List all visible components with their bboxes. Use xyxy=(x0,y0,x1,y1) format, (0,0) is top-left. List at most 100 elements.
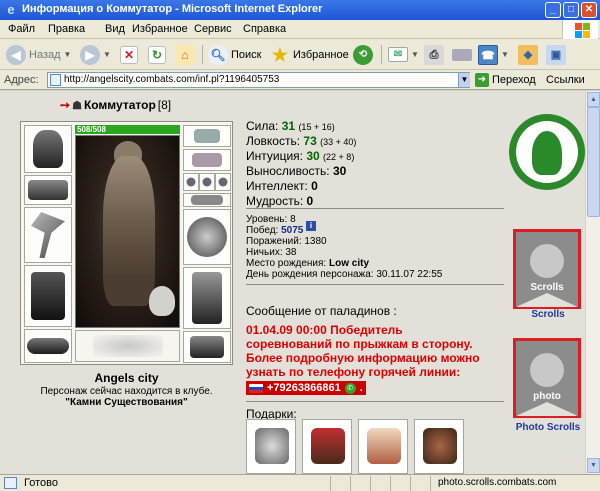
axe-icon xyxy=(31,212,65,258)
maximize-button[interactable]: □ xyxy=(563,2,579,18)
gloves-slot[interactable] xyxy=(183,193,231,207)
menu-favorites[interactable]: Избранное xyxy=(132,23,188,35)
ring3-slot[interactable] xyxy=(215,173,231,191)
go-label: Переход xyxy=(492,74,536,86)
ring1-slot[interactable] xyxy=(183,173,199,191)
helmet-slot[interactable] xyxy=(24,125,72,173)
toolbar-separator xyxy=(202,45,203,64)
belt-slot[interactable] xyxy=(24,329,72,363)
chevron-down-icon: ▼ xyxy=(103,50,111,59)
ring-icon xyxy=(202,177,212,187)
divider xyxy=(246,208,504,209)
emblem-icon xyxy=(92,335,163,357)
amulet-slot[interactable] xyxy=(183,149,231,171)
scrolls-link[interactable]: Scrolls xyxy=(505,309,585,320)
stop-button[interactable]: ✕ xyxy=(120,43,138,66)
hp-bar: 508/508 xyxy=(75,125,180,134)
stat-intellect: Интеллект: 0 xyxy=(246,179,318,193)
shield-slot[interactable] xyxy=(183,209,231,265)
gift-item[interactable] xyxy=(358,419,408,474)
minimize-button[interactable]: _ xyxy=(545,2,561,18)
search-label: Поиск xyxy=(231,48,262,61)
windows-logo-icon xyxy=(562,20,598,39)
info-losses: Поражений: 1380 xyxy=(246,236,327,247)
toolbar: ◀ Назад ▼ ▶ ▼ ✕ ↻ ⌂ 🔍︎ Поиск ★ Избранное… xyxy=(0,39,600,70)
divider xyxy=(246,284,504,285)
research-button[interactable]: ◆ xyxy=(518,43,538,66)
favorites-button[interactable]: ★ Избранное xyxy=(270,43,349,66)
back-label: Назад xyxy=(29,48,61,61)
avatar-body xyxy=(103,156,155,306)
menu-edit[interactable]: Правка xyxy=(48,23,85,35)
green-emblem-logo[interactable] xyxy=(509,114,585,190)
mail-button[interactable]: ✉ ▼ xyxy=(388,43,419,66)
bracers-slot[interactable] xyxy=(24,175,72,205)
toolbar-extra-button[interactable]: ▣ xyxy=(546,43,566,66)
address-input[interactable]: http://angelscity.combats.com/inf.pl?119… xyxy=(47,72,470,88)
clan-emblem-icon[interactable]: ☗ xyxy=(72,99,82,112)
private-message-arrow-icon[interactable]: ➙ xyxy=(60,98,70,112)
fist-icon xyxy=(530,353,564,387)
helmet-icon xyxy=(33,130,63,168)
research-icon: ◆ xyxy=(518,44,538,65)
refresh-button[interactable]: ↻ xyxy=(148,43,166,66)
close-button[interactable]: ✕ xyxy=(581,2,597,18)
gift-item[interactable] xyxy=(414,419,464,474)
boots-slot[interactable] xyxy=(183,331,231,363)
stat-agility: Ловкость: 73 (33 + 40) xyxy=(246,134,357,148)
scroll-up-icon[interactable]: ▲ xyxy=(587,92,600,107)
search-icon: 🔍︎ xyxy=(208,44,228,65)
home-button[interactable]: ⌂ xyxy=(175,43,195,66)
back-arrow-icon: ◀ xyxy=(6,44,26,65)
toolbar-separator xyxy=(381,45,382,64)
gift-item[interactable] xyxy=(246,419,296,474)
edit-icon xyxy=(452,48,472,61)
earrings-slot[interactable] xyxy=(183,125,231,147)
pet-icon[interactable] xyxy=(149,286,175,316)
title-bar: e Информация о Коммутатор - Microsoft In… xyxy=(0,0,600,20)
equipment-panel: 508/508 xyxy=(20,121,233,365)
stat-wisdom: Мудрость: 0 xyxy=(246,194,314,208)
address-bar: Адрес: http://angelscity.combats.com/inf… xyxy=(0,70,600,90)
photo-scrolls-link[interactable]: Photo Scrolls xyxy=(505,422,585,433)
menu-view[interactable]: Вид xyxy=(105,23,125,35)
vertical-scrollbar[interactable]: ▲ ▼ xyxy=(585,91,600,474)
history-icon: ⟲ xyxy=(353,44,373,65)
ring2-slot[interactable] xyxy=(199,173,215,191)
history-button[interactable]: ⟲ xyxy=(353,43,373,66)
forward-button[interactable]: ▶ ▼ xyxy=(80,43,111,66)
boots-icon xyxy=(190,336,224,358)
menu-bar: Файл Правка Вид Избранное Сервис Справка xyxy=(0,20,600,39)
page-content: ➙ ☗ Коммутатор [8] i 508/508 Angels city… xyxy=(0,91,585,474)
links-button[interactable]: Ссылки xyxy=(546,74,585,86)
scroll-thumb[interactable] xyxy=(587,107,600,217)
go-button[interactable]: ➜ Переход xyxy=(475,73,536,87)
search-button[interactable]: 🔍︎ Поиск xyxy=(208,43,261,66)
hotline-phone: +79263866861 ✆ . xyxy=(246,381,366,395)
messenger-button[interactable]: ☎ ▼ xyxy=(478,43,509,66)
photo-scrolls-banner[interactable]: photo xyxy=(513,338,581,418)
menu-tools[interactable]: Сервис xyxy=(194,23,232,35)
back-button[interactable]: ◀ Назад ▼ xyxy=(6,43,71,66)
weapon-slot[interactable] xyxy=(24,207,72,263)
print-button[interactable]: ⎙ xyxy=(424,43,444,66)
scroll-down-icon[interactable]: ▼ xyxy=(587,458,600,473)
messenger-icon: ☎ xyxy=(478,44,498,65)
character-avatar xyxy=(75,135,180,328)
armor-slot[interactable] xyxy=(24,265,72,327)
address-dropdown-icon[interactable]: ▼ xyxy=(458,73,470,87)
toolbar-extra-icon: ▣ xyxy=(546,44,566,65)
edit-button[interactable] xyxy=(452,43,472,66)
printer-icon: ⎙ xyxy=(424,44,444,65)
greaves-slot[interactable] xyxy=(183,267,231,329)
stat-intuition: Интуиция: 30 (22 + 8) xyxy=(246,149,355,163)
window-title: Информация о Коммутатор - Microsoft Inte… xyxy=(22,3,323,15)
stats-block: Сила: 31 (15 + 16) Ловкость: 73 (33 + 40… xyxy=(246,119,356,209)
gift-item[interactable] xyxy=(302,419,352,474)
scrolls-banner[interactable]: Scrolls xyxy=(513,229,581,309)
menu-help[interactable]: Справка xyxy=(243,23,286,35)
page-icon xyxy=(4,477,17,489)
menu-file[interactable]: Файл xyxy=(8,23,35,35)
address-url: http://angelscity.combats.com/inf.pl?119… xyxy=(64,74,280,85)
stat-strength: Сила: 31 (15 + 16) xyxy=(246,119,335,133)
